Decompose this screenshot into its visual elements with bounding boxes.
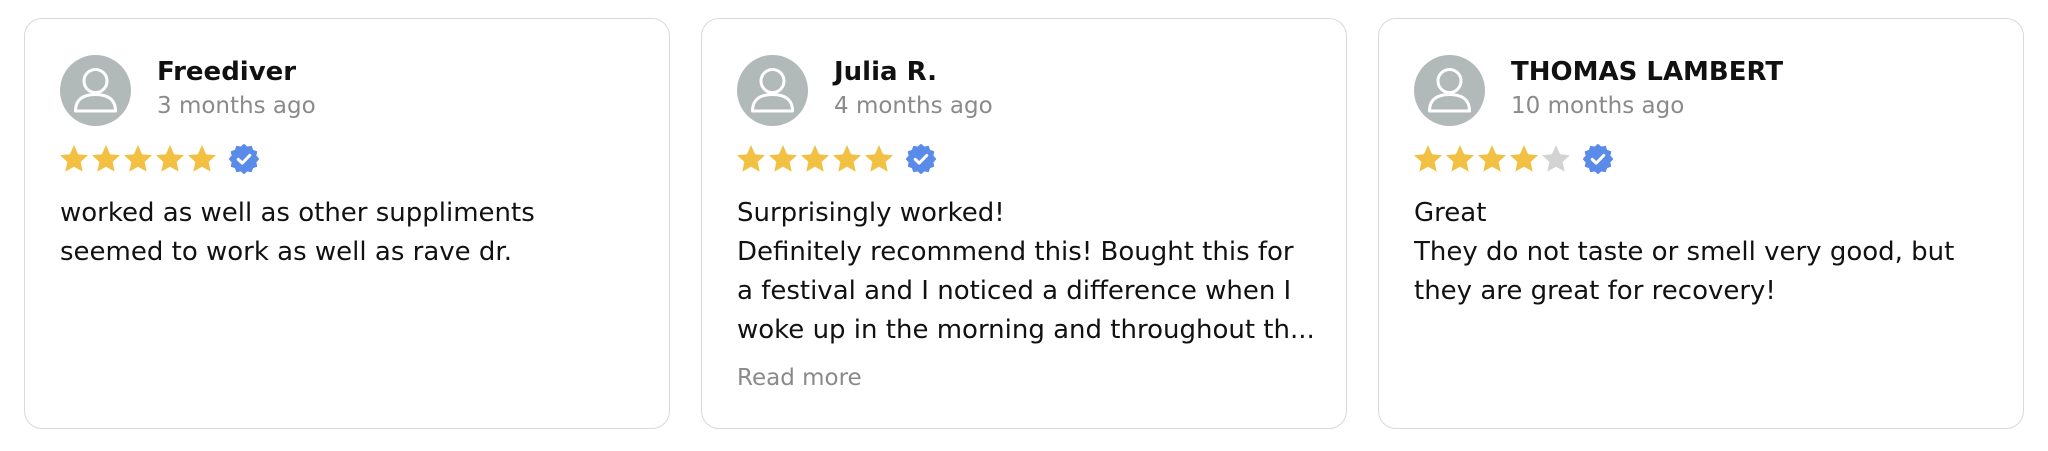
review-text-line: They do not taste or smell very good, bu… (1414, 237, 1955, 267)
review-body: Great They do not taste or smell very go… (1414, 194, 1994, 311)
star-filled-icon (833, 145, 861, 172)
review-body: worked as well as other suppliments seem… (60, 194, 640, 272)
star-filled-icon (769, 145, 797, 172)
star-filled-icon (801, 145, 829, 172)
review-date: 10 months ago (1511, 93, 1685, 119)
review-text-line: worked as well as other suppliments (60, 198, 535, 228)
star-filled-icon (92, 145, 120, 172)
star-filled-icon (737, 145, 765, 172)
read-more-link[interactable]: Read more (737, 365, 862, 391)
star-filled-icon (1510, 145, 1538, 172)
review-text-line: Surprisingly worked! (737, 198, 1005, 228)
star-empty-icon (1542, 145, 1570, 172)
user-silhouette-icon (1414, 55, 1485, 126)
review-author: Julia R. (834, 57, 937, 87)
verified-badge-icon (1583, 144, 1613, 174)
verified-badge-icon (229, 144, 259, 174)
star-filled-icon (865, 145, 893, 172)
review-card: Freediver 3 months ago worked as well as… (24, 18, 670, 429)
star-filled-icon (1446, 145, 1474, 172)
reviews-carousel: Freediver 3 months ago worked as well as… (0, 0, 2048, 451)
review-text-line: seemed to work as well as rave dr. (60, 237, 512, 267)
review-date: 4 months ago (834, 93, 993, 119)
star-rating (1412, 142, 1613, 176)
star-filled-icon (1478, 145, 1506, 172)
review-text-line: they are great for recovery! (1414, 276, 1776, 306)
star-rating (58, 142, 259, 176)
star-filled-icon (60, 145, 88, 172)
review-text-line: Definitely recommend this! Bought this f… (737, 237, 1294, 267)
star-filled-icon (188, 145, 216, 172)
review-card: THOMAS LAMBERT 10 months ago Great They … (1378, 18, 2024, 429)
review-card: Julia R. 4 months ago Surprisingly worke… (701, 18, 1347, 429)
review-date: 3 months ago (157, 93, 316, 119)
review-author: Freediver (157, 57, 297, 87)
review-text-line: Great (1414, 198, 1487, 228)
review-text-line: a festival and I noticed a difference wh… (737, 276, 1292, 306)
star-filled-icon (124, 145, 152, 172)
star-filled-icon (156, 145, 184, 172)
review-body: Surprisingly worked! Definitely recommen… (737, 194, 1317, 350)
star-filled-icon (1414, 145, 1442, 172)
verified-badge-icon (906, 144, 936, 174)
user-silhouette-icon (737, 55, 808, 126)
star-rating (735, 142, 936, 176)
review-text-line: woke up in the morning and throughout th… (737, 315, 1315, 345)
user-silhouette-icon (60, 55, 131, 126)
review-author: THOMAS LAMBERT (1511, 57, 1784, 87)
